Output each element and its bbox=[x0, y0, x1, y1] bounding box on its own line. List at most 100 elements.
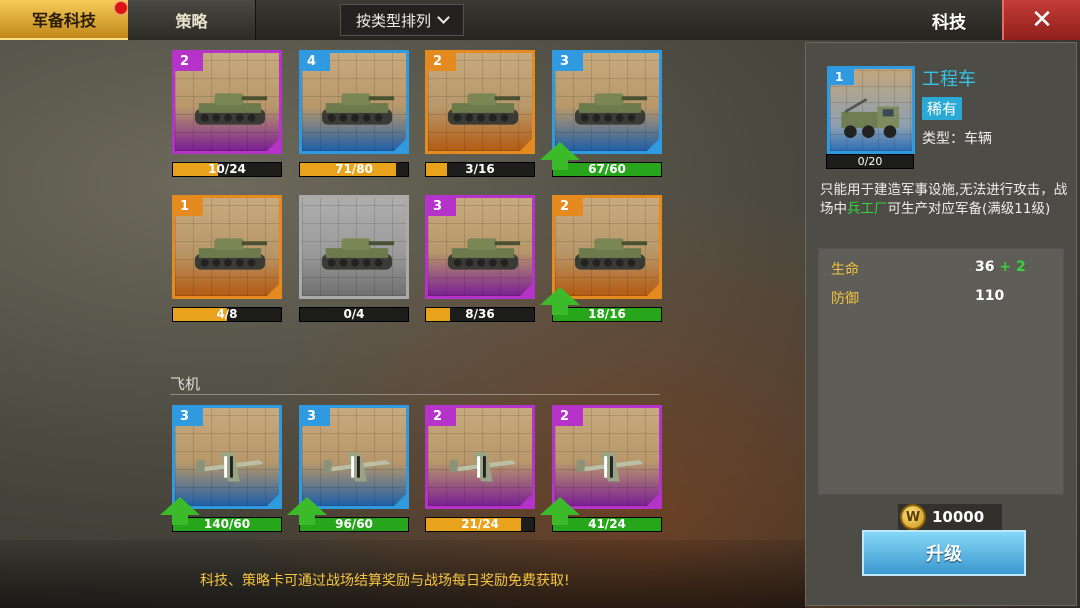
progress-text: 0/4 bbox=[343, 307, 365, 321]
arrow-up-stem bbox=[552, 305, 568, 315]
tank-card[interactable] bbox=[299, 195, 409, 299]
card-corner bbox=[647, 494, 659, 506]
tab-label: 策略 bbox=[175, 12, 208, 31]
card-name: 工程车 bbox=[922, 69, 976, 90]
tank-card[interactable]: 2 bbox=[425, 50, 535, 154]
card-progress-bar: 71/80 bbox=[299, 162, 409, 177]
card-corner bbox=[520, 494, 532, 506]
tab-label: 军备科技 bbox=[31, 11, 96, 30]
rarity-badge: 稀有 bbox=[922, 97, 963, 120]
plane-icon bbox=[576, 452, 644, 482]
selected-card: 1 bbox=[827, 66, 915, 154]
card-level: 3 bbox=[175, 408, 203, 426]
plane-card[interactable]: 3 bbox=[299, 405, 409, 509]
progress-text: 3/16 bbox=[465, 162, 495, 176]
desc-highlight: 兵工厂 bbox=[847, 201, 888, 217]
card-progress-bar: 140/60 bbox=[172, 517, 282, 532]
card-corner bbox=[647, 139, 659, 151]
truck-icon bbox=[841, 98, 899, 138]
card-progress-bar: 10/24 bbox=[172, 162, 282, 177]
card-level: 2 bbox=[555, 198, 583, 216]
upgrade-button[interactable]: 升级 bbox=[862, 530, 1026, 576]
stat-value: 36 bbox=[975, 259, 995, 275]
plane-icon bbox=[196, 452, 264, 482]
section-title-aircraft: 飞机 bbox=[170, 375, 201, 393]
tank-card[interactable]: 1 bbox=[172, 195, 282, 299]
card-progress-bar: 3/16 bbox=[425, 162, 535, 177]
card-level: 3 bbox=[555, 53, 583, 71]
plane-icon bbox=[449, 452, 517, 482]
plane-card[interactable]: 3 bbox=[172, 405, 282, 509]
card-progress-bar: 18/16 bbox=[552, 307, 662, 322]
tank-icon bbox=[321, 93, 395, 125]
detail-panel: 1 0/20 工程车 稀有 类型：车辆 只能用于建造军事设施,无法进行攻击，战场… bbox=[805, 42, 1077, 606]
cost-value: 10000 bbox=[932, 508, 985, 526]
arrow-up-icon bbox=[287, 497, 327, 515]
progress-text: 140/60 bbox=[203, 517, 251, 531]
card-level: 1 bbox=[830, 69, 854, 85]
tank-card[interactable]: 4 bbox=[299, 50, 409, 154]
card-corner bbox=[267, 284, 279, 296]
card-corner bbox=[394, 494, 406, 506]
arrow-up-stem bbox=[299, 515, 315, 525]
card-level: 4 bbox=[302, 53, 330, 71]
tank-icon bbox=[194, 93, 268, 125]
close-icon: ✕ bbox=[1031, 5, 1053, 35]
stats-box: 生命 36 + 2 防御 110 bbox=[818, 248, 1064, 495]
tab-strategy[interactable]: 策略 bbox=[128, 0, 256, 40]
progress-text: 18/16 bbox=[588, 307, 626, 321]
desc-text: 可生产对应军备(满级11级) bbox=[887, 201, 1051, 217]
card-corner bbox=[520, 284, 532, 296]
chevron-down-icon bbox=[437, 11, 450, 24]
progress-text: 8/36 bbox=[465, 307, 495, 321]
progress-text: 41/24 bbox=[588, 517, 626, 531]
tank-icon bbox=[574, 93, 648, 125]
tank-icon bbox=[447, 238, 521, 270]
card-progress-bar: 4/8 bbox=[172, 307, 282, 322]
arrow-up-stem bbox=[172, 515, 188, 525]
card-description: 只能用于建造军事设施,无法进行攻击，战场中兵工厂可生产对应军备(满级11级) bbox=[820, 181, 1070, 219]
card-corner bbox=[647, 284, 659, 296]
card-progress-bar: 41/24 bbox=[552, 517, 662, 532]
arrow-up-icon bbox=[540, 142, 580, 160]
card-corner bbox=[394, 139, 406, 151]
tank-card[interactable]: 2 bbox=[552, 195, 662, 299]
card-corner bbox=[267, 494, 279, 506]
tank-card[interactable]: 2 bbox=[172, 50, 282, 154]
coin-icon: W bbox=[900, 504, 926, 530]
card-level: 3 bbox=[302, 408, 330, 426]
card-level: 2 bbox=[428, 53, 456, 71]
card-corner bbox=[267, 139, 279, 151]
card-type: 类型：车辆 bbox=[922, 131, 992, 147]
card-level: 2 bbox=[555, 408, 583, 426]
stat-label-hp: 生命 bbox=[831, 262, 859, 278]
arrow-up-stem bbox=[552, 160, 568, 170]
plane-card[interactable]: 2 bbox=[552, 405, 662, 509]
card-level: 1 bbox=[175, 198, 203, 216]
tank-icon bbox=[574, 238, 648, 270]
window-title: 科技 bbox=[932, 13, 966, 33]
section-divider bbox=[170, 394, 660, 395]
stat-bonus: + 2 bbox=[999, 259, 1026, 275]
close-button[interactable]: ✕ bbox=[1002, 0, 1080, 40]
tank-icon bbox=[447, 93, 521, 125]
card-level: 2 bbox=[428, 408, 456, 426]
plane-card[interactable]: 2 bbox=[425, 405, 535, 509]
tank-icon bbox=[194, 238, 268, 270]
sort-dropdown[interactable]: 按类型排列 bbox=[340, 4, 464, 36]
tank-icon bbox=[321, 238, 395, 270]
selected-card-progress: 0/20 bbox=[826, 154, 914, 169]
tank-card[interactable]: 3 bbox=[552, 50, 662, 154]
card-progress-bar: 0/4 bbox=[299, 307, 409, 322]
card-progress-bar: 96/60 bbox=[299, 517, 409, 532]
bottom-tip: 科技、策略卡可通过战场结算奖励与战场每日奖励免费获取! bbox=[200, 573, 570, 589]
sort-label: 按类型排列 bbox=[355, 11, 431, 30]
card-progress-bar: 21/24 bbox=[425, 517, 535, 532]
stat-value-hp: 36 + 2 bbox=[975, 259, 1026, 275]
tank-card[interactable]: 3 bbox=[425, 195, 535, 299]
card-progress-bar: 8/36 bbox=[425, 307, 535, 322]
notification-dot bbox=[114, 1, 128, 15]
arrow-up-icon bbox=[160, 497, 200, 515]
tab-military-tech[interactable]: 军备科技 bbox=[0, 0, 128, 40]
progress-text: 67/60 bbox=[588, 162, 626, 176]
